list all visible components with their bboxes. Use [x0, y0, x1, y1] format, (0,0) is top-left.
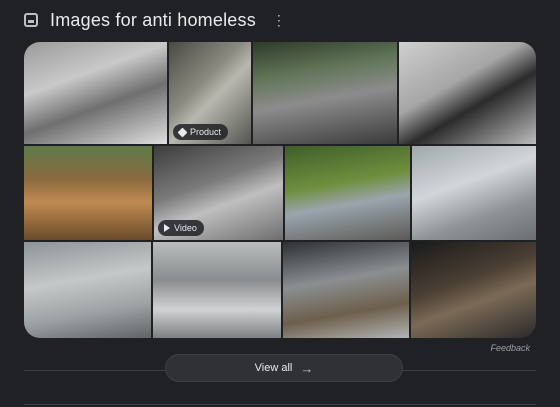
section-title: Images for anti homeless	[50, 9, 256, 30]
tile-metal-grate-car[interactable]: Video	[154, 146, 283, 240]
tile-stone-seats[interactable]	[24, 242, 151, 338]
feedback-link[interactable]: Feedback	[490, 343, 530, 353]
image-thumbnail	[285, 146, 410, 240]
image-thumbnail	[412, 146, 536, 240]
tile-curved-bench[interactable]	[399, 42, 536, 144]
image-thumbnail	[24, 242, 151, 338]
image-thumbnail	[411, 242, 536, 338]
view-all-button[interactable]: View all →	[165, 354, 403, 382]
play-icon	[164, 224, 170, 232]
image-thumbnail	[153, 242, 281, 338]
more-vert-icon[interactable]: ⋮	[272, 13, 286, 27]
image-thumbnail	[24, 42, 167, 144]
tag-icon	[177, 127, 188, 137]
image-thumbnail	[253, 42, 397, 144]
media-badge: Video	[158, 220, 204, 236]
image-thumbnail	[24, 146, 152, 240]
tile-wall-spikes[interactable]	[412, 146, 536, 240]
arrow-right-icon: →	[300, 360, 314, 376]
image-grid: Product Video	[24, 42, 536, 338]
bottom-divider	[24, 404, 536, 405]
tile-planter-bench[interactable]	[285, 146, 410, 240]
media-badge: Product	[173, 124, 229, 140]
tile-divided-bench[interactable]	[153, 242, 281, 338]
view-all-label: View all	[254, 362, 293, 374]
image-thumbnail	[399, 42, 536, 144]
badge-label: Video	[174, 223, 197, 233]
tile-wooden-bench[interactable]	[24, 146, 152, 240]
tile-underpass-sleepers[interactable]	[411, 242, 536, 338]
tile-grate-bench[interactable]: Product	[169, 42, 251, 144]
tile-studded-pavement[interactable]	[253, 42, 397, 144]
tile-studded-ledge[interactable]	[283, 242, 409, 338]
tile-spikes-window[interactable]	[24, 42, 167, 144]
image-icon	[24, 13, 38, 27]
badge-label: Product	[190, 127, 222, 137]
image-thumbnail	[283, 242, 409, 338]
section-header: Images for anti homeless ⋮	[24, 8, 286, 32]
